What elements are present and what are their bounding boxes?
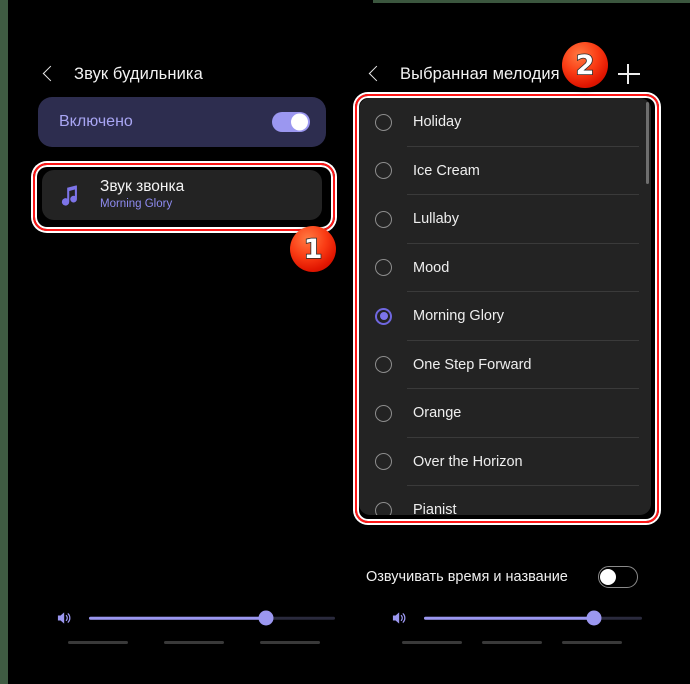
melody-label: One Step Forward [413,356,532,373]
melody-page-title: Выбранная мелодия [400,64,560,83]
melody-label: Over the Horizon [413,453,523,470]
ringtone-subtitle: Morning Glory [100,198,173,211]
step-badge-1: 1 [290,226,336,272]
right-volume-slider[interactable] [424,609,642,627]
image-border-top [373,0,690,3]
page-title: Звук будильника [74,64,203,83]
alarm-enabled-label: Включено [59,113,133,130]
nav-pill-back[interactable] [562,641,622,644]
speak-time-and-name-toggle[interactable] [598,566,638,588]
left-nav-bar [68,641,320,644]
alarm-enabled-toggle[interactable] [272,112,310,132]
melody-list-item[interactable]: Orange [359,389,651,438]
nav-pill-home[interactable] [164,641,224,644]
list-scrollbar[interactable] [646,102,649,184]
slider-fill [424,616,595,620]
radio-button[interactable] [375,501,392,515]
ringtone-texts: Звук звонка Morning Glory [100,178,184,211]
nav-pill-recents[interactable] [68,641,128,644]
back-chevron-icon[interactable] [38,63,60,85]
slider-fill [89,616,267,620]
melody-label: Morning Glory [413,308,505,325]
back-chevron-icon[interactable] [364,63,386,85]
alarm-enabled-card[interactable]: Включено [38,97,326,147]
ringtone-row[interactable]: Звук звонка Morning Glory [42,170,322,220]
melody-list-item[interactable]: Ice Cream [359,147,651,195]
toggle-thumb [291,113,308,131]
melody-label: Orange [413,405,462,422]
right-volume-row [390,605,642,631]
left-volume-row [55,605,335,631]
screenshot-canvas: Звук будильника Включено Звук звонка Mor… [0,0,690,684]
slider-knob[interactable] [586,610,602,626]
speaker-volume-icon [390,608,410,628]
radio-button[interactable] [375,162,392,180]
slider-knob[interactable] [258,610,274,626]
music-note-icon [57,182,83,208]
radio-button[interactable] [375,453,392,471]
melody-list-item[interactable]: Morning Glory [359,292,651,341]
left-volume-slider[interactable] [89,609,335,627]
step-badge-2: 2 [562,42,608,88]
radio-button[interactable] [375,404,392,422]
nav-pill-recents[interactable] [402,641,462,644]
melody-label: Holiday [413,114,462,131]
add-melody-button[interactable] [616,61,642,87]
image-border-left [0,0,8,684]
melody-list-item[interactable]: Over the Horizon [359,438,651,486]
melody-list[interactable]: Holiday Ice Cream Lullaby Mood Morning Glory… [359,98,651,515]
nav-pill-home[interactable] [482,641,542,644]
speaker-volume-icon [55,608,75,628]
speak-time-and-name-row[interactable]: Озвучивать время и название [366,564,638,590]
left-panel-header: Звук будильника [38,56,203,92]
melody-list-item[interactable]: Lullaby [359,195,651,244]
melody-label: Ice Cream [413,162,480,179]
melody-list-item[interactable]: Pianist [359,486,651,515]
radio-button[interactable] [375,259,392,277]
radio-button[interactable] [375,113,392,131]
melody-list-item[interactable]: Holiday [359,98,651,147]
melody-label: Mood [413,259,450,276]
right-nav-bar [402,641,622,644]
right-panel-header: Выбранная мелодия [364,56,560,92]
radio-button-selected[interactable] [375,307,392,325]
melody-label: Lullaby [413,211,459,228]
toggle-thumb [600,569,616,585]
melody-list-item[interactable]: One Step Forward [359,341,651,389]
melody-label: Pianist [413,502,457,515]
radio-button[interactable] [375,210,392,228]
nav-pill-back[interactable] [260,641,320,644]
radio-button[interactable] [375,356,392,374]
ringtone-title: Звук звонка [100,178,185,196]
speak-time-and-name-label: Озвучивать время и название [366,569,568,585]
melody-list-item[interactable]: Mood [359,244,651,292]
